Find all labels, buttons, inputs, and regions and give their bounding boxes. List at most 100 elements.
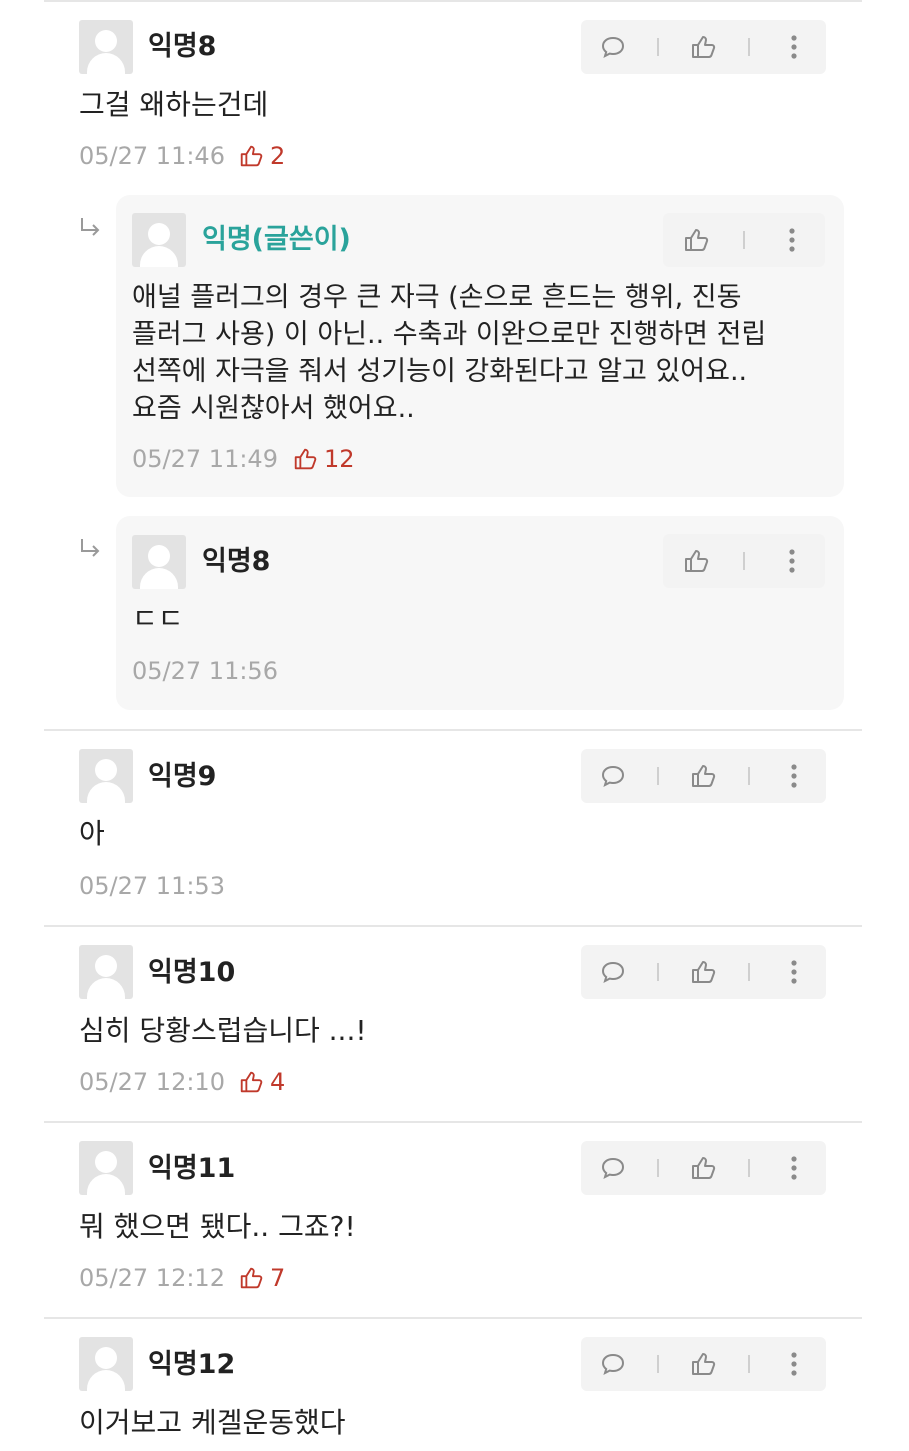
separator (747, 1355, 750, 1373)
divider (44, 1317, 862, 1319)
more-vertical-icon (789, 228, 795, 252)
more-button[interactable] (774, 1148, 814, 1188)
more-button[interactable] (772, 220, 812, 260)
separator (657, 963, 660, 981)
comment-date: 05/27 11:46 (79, 142, 225, 170)
comment-date: 05/27 12:10 (79, 1068, 225, 1096)
thumbs-up-icon (692, 765, 716, 787)
like-count: 4 (238, 1068, 285, 1096)
like-button[interactable] (676, 541, 716, 581)
like-count: 12 (292, 445, 355, 473)
thumbs-up-icon (692, 1353, 716, 1375)
separator (747, 963, 750, 981)
comment-author: 익명11 (148, 1153, 236, 1184)
thumbs-up-icon (240, 1071, 263, 1093)
like-button[interactable] (683, 756, 723, 796)
separator (742, 231, 745, 249)
comment-actions (663, 534, 825, 588)
comment-actions (663, 213, 825, 267)
comment-author-writer: 익명(글쓴이) (202, 224, 351, 255)
separator (657, 1159, 660, 1177)
comment-text-line: 요즘 시원찮아서 했어요.. (132, 393, 415, 424)
like-count: 2 (238, 142, 285, 170)
comment-date: 05/27 11:49 (132, 445, 278, 473)
comment-date: 05/27 12:12 (79, 1264, 225, 1292)
speech-bubble-icon (602, 36, 625, 58)
like-button[interactable] (676, 220, 716, 260)
reply-arrow-icon (81, 539, 100, 557)
reply-item: 익명8 ㄷㄷ 05/27 11:56 (116, 516, 844, 710)
more-button[interactable] (772, 541, 812, 581)
like-count: 7 (238, 1264, 285, 1292)
comment-actions (581, 749, 826, 803)
separator (747, 38, 750, 56)
comment-text: 그걸 왜하는건데 (79, 88, 269, 121)
like-button[interactable] (683, 1148, 723, 1188)
separator (747, 767, 750, 785)
thumbs-up-icon (240, 145, 263, 167)
more-button[interactable] (774, 1344, 814, 1384)
more-vertical-icon (791, 1156, 797, 1180)
reply-button[interactable] (593, 27, 633, 67)
reply-button[interactable] (593, 952, 633, 992)
more-vertical-icon (791, 35, 797, 59)
more-vertical-icon (791, 764, 797, 788)
thumbs-up-icon (692, 36, 716, 58)
more-vertical-icon (791, 1352, 797, 1376)
comment-date: 05/27 11:53 (79, 872, 225, 900)
comment-text: 이거보고 케겔운동했다 (79, 1406, 346, 1439)
comment-author: 익명10 (148, 957, 236, 988)
reply-button[interactable] (593, 756, 633, 796)
reply-button[interactable] (593, 1344, 633, 1384)
like-count-value: 7 (270, 1264, 286, 1292)
avatar (79, 20, 133, 74)
more-vertical-icon (789, 549, 795, 573)
avatar (132, 213, 186, 267)
more-button[interactable] (774, 952, 814, 992)
speech-bubble-icon (602, 961, 625, 983)
comment-text: 뭐 했으면 됐다.. 그죠?! (79, 1210, 356, 1243)
speech-bubble-icon (602, 1353, 625, 1375)
divider (44, 0, 862, 2)
comment-text-line: 선쪽에 자극을 줘서 성기능이 강화된다고 알고 있어요.. (132, 356, 748, 387)
separator (657, 767, 660, 785)
comment-author: 익명8 (148, 31, 217, 62)
comment-actions (581, 1337, 826, 1391)
separator (657, 1355, 660, 1373)
thumbs-up-icon (692, 961, 716, 983)
reply-item: 익명(글쓴이) 애널 플러그의 경우 큰 자극 (손으로 흔드는 행위, 진동 … (116, 195, 844, 497)
speech-bubble-icon (602, 1157, 625, 1179)
reply-arrow-icon (81, 218, 100, 236)
thumbs-up-icon (692, 1157, 716, 1179)
thumbs-up-icon (685, 229, 709, 251)
comment-author: 익명12 (148, 1349, 236, 1380)
thumbs-up-icon (240, 1267, 263, 1289)
separator (747, 1159, 750, 1177)
comment-text-line: 애널 플러그의 경우 큰 자극 (손으로 흔드는 행위, 진동 (132, 282, 742, 313)
like-button[interactable] (683, 952, 723, 992)
comment-author: 익명8 (202, 546, 271, 577)
divider (44, 1121, 862, 1123)
comment-text: 심히 당황스럽습니다 ...! (79, 1014, 367, 1047)
avatar (79, 945, 133, 999)
divider (44, 925, 862, 927)
separator (742, 552, 745, 570)
more-vertical-icon (791, 960, 797, 984)
comment-text: 아 (79, 817, 105, 850)
like-button[interactable] (683, 1344, 723, 1384)
thumbs-up-icon (685, 550, 709, 572)
comment-actions (581, 1141, 826, 1195)
more-button[interactable] (774, 27, 814, 67)
separator (657, 38, 660, 56)
avatar (79, 1141, 133, 1195)
comment-author: 익명9 (148, 761, 217, 792)
avatar (79, 1337, 133, 1391)
more-button[interactable] (774, 756, 814, 796)
like-count-value: 4 (270, 1068, 286, 1096)
comment-text-line: 플러그 사용) 이 아닌.. 수축과 이완으로만 진행하면 전립 (132, 319, 767, 350)
reply-button[interactable] (593, 1148, 633, 1188)
avatar (132, 535, 186, 589)
comment-date: 05/27 11:56 (132, 657, 278, 685)
like-button[interactable] (683, 27, 723, 67)
avatar (79, 749, 133, 803)
